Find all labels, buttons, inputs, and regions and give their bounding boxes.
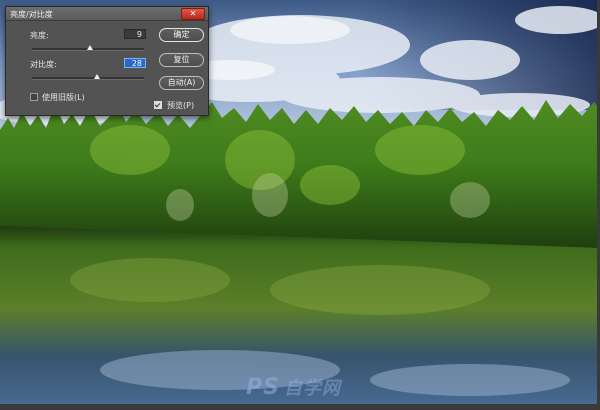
brightness-label: 亮度:: [30, 31, 49, 40]
watermark-brand: PS: [246, 375, 280, 400]
watermark-sub: 自学网: [283, 378, 341, 399]
preview-checkbox[interactable]: [154, 101, 162, 109]
contrast-slider[interactable]: [32, 77, 144, 80]
brightness-slider-handle[interactable]: [87, 45, 94, 50]
use-legacy-checkbox[interactable]: [30, 93, 38, 101]
auto-button[interactable]: 自动(A): [159, 76, 204, 90]
contrast-slider-handle[interactable]: [93, 74, 100, 79]
brightness-contrast-dialog: 亮度/对比度 ✕ 亮度: 9 对比度: 28 使用旧版(L) 确定 复位 自动(…: [5, 6, 209, 116]
contrast-label: 对比度:: [30, 60, 57, 69]
close-button[interactable]: ✕: [181, 8, 205, 20]
brightness-input[interactable]: 9: [124, 29, 146, 39]
ok-button[interactable]: 确定: [159, 28, 204, 42]
use-legacy-label: 使用旧版(L): [42, 93, 85, 102]
watermark: PS 自学网: [246, 374, 341, 400]
contrast-input[interactable]: 28: [124, 58, 146, 68]
preview-label: 预览(P): [167, 101, 195, 110]
close-icon: ✕: [189, 9, 197, 18]
reset-button[interactable]: 复位: [159, 53, 204, 67]
dialog-titlebar[interactable]: 亮度/对比度 ✕: [6, 7, 208, 21]
dialog-title: 亮度/对比度: [10, 10, 53, 19]
